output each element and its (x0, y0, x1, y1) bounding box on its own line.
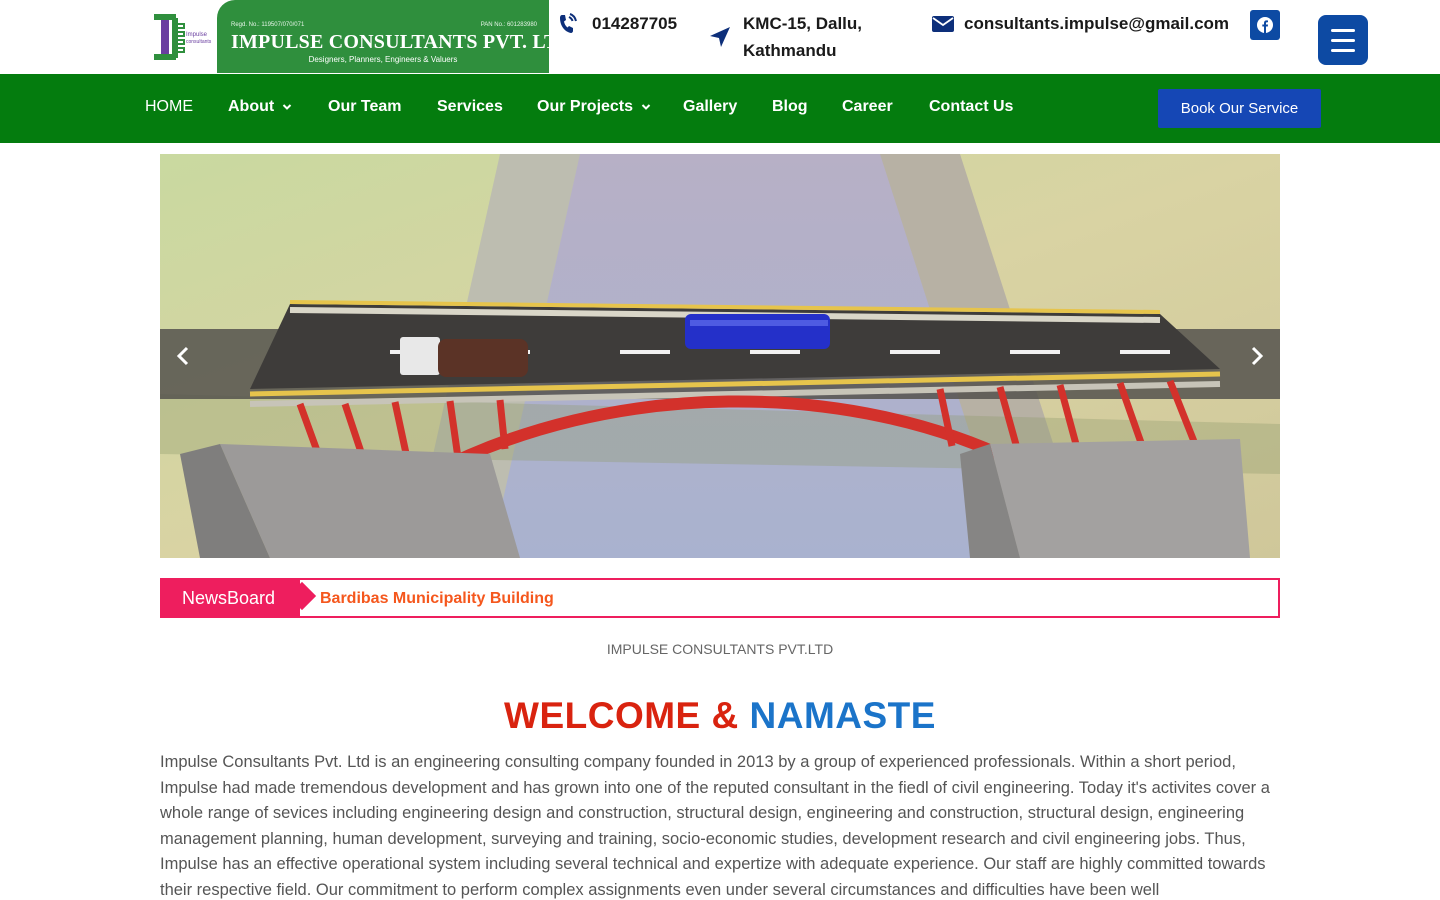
logo-company-name: IMPULSE CONSULTANTS PVT. LTD. (231, 31, 578, 53)
address-text: KMC-15, Dallu, Kathmandu (743, 14, 863, 60)
main-navigation: HOME About Our Team Services Our Project… (0, 74, 1440, 143)
nav-label: About (228, 98, 275, 115)
nav-label: Career (842, 98, 893, 115)
book-our-service-button[interactable]: Book Our Service (1158, 89, 1321, 128)
envelope-icon (932, 16, 954, 32)
nav-label: Blog (772, 98, 808, 115)
hamburger-menu-button[interactable] (1318, 15, 1368, 65)
nav-label: Our Team (328, 98, 402, 115)
company-logo[interactable]: Impulse consultants Regd. No.: 119507/07… (152, 0, 577, 73)
facebook-button[interactable] (1250, 10, 1280, 40)
company-subtitle: IMPULSE CONSULTANTS PVT.LTD (606, 641, 834, 657)
welcome-heading-part1: WELCOME & (504, 695, 739, 736)
nav-item-gallery[interactable]: Gallery (683, 98, 737, 116)
top-bar: Impulse consultants Regd. No.: 119507/07… (0, 0, 1440, 74)
contact-phone[interactable]: 014287705 (556, 10, 677, 37)
contact-email[interactable]: consultants.impulse@gmail.com (931, 10, 1229, 37)
hamburger-icon-bar (1331, 28, 1355, 32)
email-address: consultants.impulse@gmail.com (964, 14, 1230, 33)
svg-text:consultants: consultants (186, 39, 212, 45)
logo-tagline: Designers, Planners, Engineers & Valuers (308, 55, 458, 64)
nav-item-about[interactable]: About (228, 98, 292, 116)
logo-mark-icon: Impulse consultants (154, 14, 212, 60)
nav-item-our-projects[interactable]: Our Projects (537, 98, 651, 116)
nav-label: Gallery (683, 98, 738, 115)
logo-pan-no: PAN No.: 601283980 (480, 22, 537, 28)
phone-volume-icon (560, 13, 577, 33)
svg-text:Impulse: Impulse (186, 32, 208, 38)
logo-banner: Regd. No.: 119507/070/071 PAN No.: 60128… (217, 0, 577, 73)
contact-address[interactable]: KMC-15, Dallu, Kathmandu (708, 10, 893, 64)
bridge-rendering-image (160, 154, 1280, 558)
chevron-left-icon[interactable] (172, 344, 196, 368)
intro-paragraph: Impulse Consultants Pvt. Ltd is an engin… (160, 753, 1270, 899)
chevron-down-icon (282, 104, 292, 110)
welcome-heading-part2: NAMASTE (749, 695, 936, 736)
nav-item-our-team[interactable]: Our Team (328, 98, 402, 116)
newsboard-label: NewsBoard (160, 578, 300, 618)
nav-item-home[interactable]: HOME (145, 98, 193, 116)
phone-number: 014287705 (592, 14, 678, 33)
nav-item-career[interactable]: Career (842, 98, 893, 116)
nav-label: Our Projects (537, 98, 634, 115)
nav-item-contact-us[interactable]: Contact Us (929, 98, 1013, 116)
hero-slider[interactable] (160, 154, 1280, 558)
nav-item-services[interactable]: Services (437, 98, 503, 116)
chevron-down-icon (641, 104, 651, 110)
newsboard-headline[interactable]: Bardibas Municipality Building (320, 590, 554, 608)
newsboard-ticker: NewsBoard Bardibas Municipality Building (160, 578, 1280, 618)
nav-label: Contact Us (929, 98, 1014, 115)
location-arrow-icon (710, 27, 730, 47)
logo-reg-no: Regd. No.: 119507/070/071 (231, 22, 305, 28)
hamburger-icon-bar (1331, 48, 1355, 52)
nav-label: Services (437, 98, 503, 115)
hamburger-icon-bar (1331, 38, 1355, 42)
facebook-icon (1257, 17, 1273, 33)
welcome-heading: WELCOME & NAMASTE (0, 695, 1440, 737)
nav-label: HOME (145, 98, 193, 115)
nav-item-blog[interactable]: Blog (772, 98, 808, 116)
chevron-right-icon[interactable] (1244, 344, 1268, 368)
